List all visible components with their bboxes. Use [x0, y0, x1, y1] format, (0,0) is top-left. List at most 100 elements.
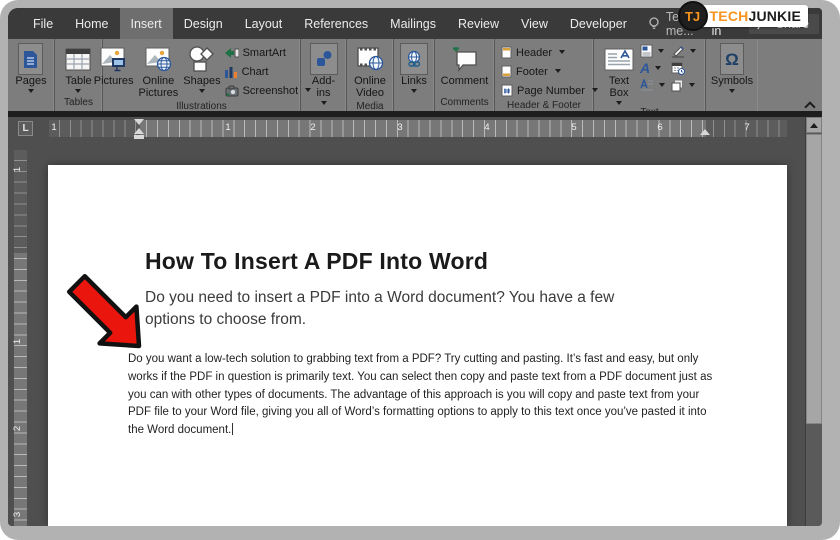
pictures-icon: [100, 43, 127, 75]
tab-home[interactable]: Home: [64, 8, 119, 39]
online-pictures-button[interactable]: Online Pictures: [137, 42, 181, 100]
document-canvas: 1 1 2 3 How To Insert A PDF Into Word Do…: [8, 140, 805, 526]
header-label: Header: [516, 47, 552, 59]
object-caret-icon: [689, 83, 695, 87]
shapes-icon: [188, 43, 215, 75]
date-time-icon: [671, 62, 685, 75]
pages-label: Pages: [15, 75, 46, 87]
tab-design[interactable]: Design: [173, 8, 234, 39]
shapes-label: Shapes: [183, 75, 220, 87]
techjunkie-logo: TJ TECHJUNKIE: [678, 1, 808, 31]
group-illustrations: Pictures Online Pictures Shapes: [103, 39, 301, 111]
online-video-button[interactable]: Online Video: [348, 42, 392, 100]
group-text: Text Box A: [594, 39, 706, 111]
comment-label: Comment: [441, 75, 489, 87]
object-icon: [671, 79, 684, 92]
group-label-tables: Tables: [57, 96, 100, 111]
table-button[interactable]: Table: [63, 42, 93, 94]
wordart-caret-icon: [655, 66, 661, 70]
tab-insert[interactable]: Insert: [120, 8, 173, 39]
vertical-ruler[interactable]: 1 1 2 3: [14, 150, 27, 526]
pictures-button[interactable]: Pictures: [92, 42, 136, 88]
symbols-caret-icon: [729, 89, 735, 93]
omega-symbol-icon: Ω: [720, 43, 744, 75]
chart-icon: [224, 66, 238, 78]
group-addins: Add-ins: [301, 39, 347, 111]
drop-cap-caret-icon: [659, 83, 665, 87]
text-box-icon: [604, 43, 634, 75]
links-label: Links: [401, 75, 427, 87]
pages-button[interactable]: Pages: [13, 42, 48, 94]
wordart-button[interactable]: A: [640, 60, 665, 76]
techjunkie-badge-icon: TJ: [678, 1, 708, 31]
pages-icon: [18, 43, 43, 75]
scroll-up-button[interactable]: [806, 117, 822, 133]
table-label: Table: [65, 75, 91, 87]
word-window: File Home Insert Design Layout Reference…: [8, 8, 822, 526]
tab-view[interactable]: View: [510, 8, 559, 39]
tab-file[interactable]: File: [22, 8, 64, 39]
addins-button[interactable]: Add-ins: [306, 42, 342, 106]
table-icon: [65, 43, 91, 75]
signature-line-button[interactable]: [671, 43, 696, 59]
screenshot-button[interactable]: Screenshot: [224, 82, 312, 99]
drop-cap-button[interactable]: [640, 77, 665, 93]
tab-stop-selector[interactable]: L: [18, 121, 33, 136]
comment-button[interactable]: Comment: [439, 42, 491, 88]
header-caret-icon: [559, 50, 565, 54]
online-pictures-label: Online Pictures: [139, 75, 179, 99]
page-number-icon: [501, 84, 513, 97]
document-lead-paragraph: Do you need to insert a PDF into a Word …: [145, 287, 650, 331]
group-media: Online Video Media: [347, 39, 394, 111]
object-button[interactable]: [671, 77, 696, 93]
horizontal-ruler[interactable]: 1 1 2 3 4 5 6 7: [49, 120, 787, 137]
red-arrow-annotation: [62, 269, 146, 353]
chart-button[interactable]: Chart: [224, 63, 312, 80]
date-time-button[interactable]: [671, 60, 696, 76]
tab-references[interactable]: References: [293, 8, 379, 39]
page-number-button[interactable]: Page Number: [501, 82, 598, 99]
document-page[interactable]: How To Insert A PDF Into Word Do you nee…: [48, 165, 787, 526]
screenshot-label: Screenshot: [243, 85, 299, 97]
left-indent-marker[interactable]: [134, 135, 144, 139]
shapes-button[interactable]: Shapes: [181, 42, 222, 94]
symbols-button[interactable]: Ω Symbols: [709, 42, 755, 94]
drop-cap-icon: [640, 79, 654, 91]
group-comments: Comment Comments: [435, 39, 495, 111]
text-box-button[interactable]: Text Box: [601, 42, 637, 106]
tab-review[interactable]: Review: [447, 8, 510, 39]
lightbulb-icon: [648, 17, 660, 31]
chart-label: Chart: [242, 66, 269, 78]
text-cursor: [232, 423, 233, 435]
ruler-left-margin: [49, 120, 140, 137]
group-symbols: Ω Symbols: [706, 39, 758, 111]
tab-developer[interactable]: Developer: [559, 8, 638, 39]
scrollbar-thumb[interactable]: [806, 134, 822, 424]
links-button[interactable]: Links: [398, 42, 430, 94]
header-icon: [501, 46, 512, 59]
vertical-ruler-top-margin: [14, 150, 27, 253]
wordart-icon: A: [640, 60, 650, 76]
group-label-comments: Comments: [437, 96, 492, 111]
right-indent-marker[interactable]: [700, 129, 710, 135]
tab-mailings[interactable]: Mailings: [379, 8, 447, 39]
hanging-indent-marker[interactable]: [134, 128, 144, 134]
smartart-button[interactable]: SmartArt: [224, 44, 312, 61]
links-icon: [400, 43, 428, 75]
footer-button[interactable]: Footer: [501, 63, 598, 80]
signature-line-icon: [671, 45, 685, 58]
collapse-ribbon-icon[interactable]: [805, 101, 815, 109]
tab-layout[interactable]: Layout: [234, 8, 294, 39]
vertical-scrollbar[interactable]: [805, 117, 822, 526]
online-video-icon: [357, 43, 384, 75]
illustrations-stack: SmartArt Chart Screenshot: [224, 42, 312, 99]
quick-parts-button[interactable]: [640, 43, 665, 59]
addins-icon: [310, 43, 338, 75]
footer-label: Footer: [516, 66, 548, 78]
text-minigrid: A: [638, 42, 698, 94]
first-line-indent-marker[interactable]: [134, 119, 144, 125]
header-button[interactable]: Header: [501, 44, 598, 61]
pages-caret-icon: [28, 89, 34, 93]
quick-parts-caret-icon: [658, 49, 664, 53]
document-body-paragraph: Do you want a low-tech solution to grabb…: [128, 351, 724, 440]
